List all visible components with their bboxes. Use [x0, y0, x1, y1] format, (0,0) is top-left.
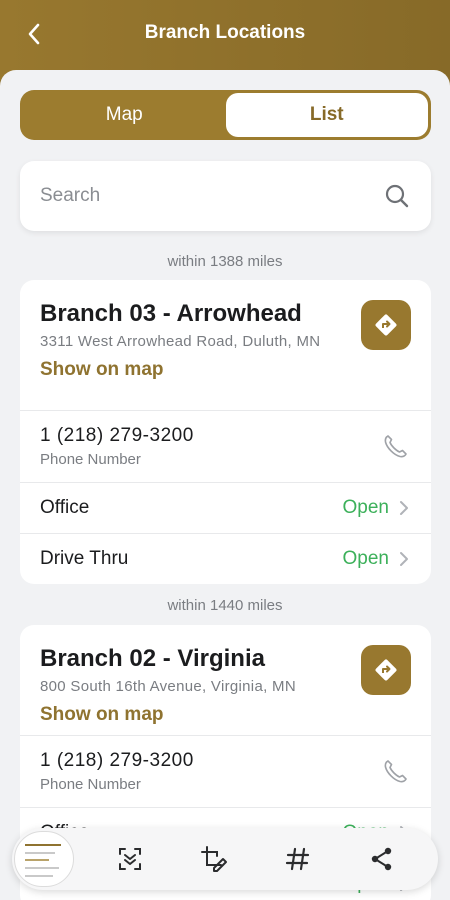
- directions-icon: [375, 659, 397, 681]
- hashtag-icon[interactable]: [282, 843, 314, 875]
- chevron-right-icon: [399, 500, 411, 516]
- phone-icon[interactable]: [381, 758, 409, 786]
- screenshot-thumbnail[interactable]: [14, 831, 74, 887]
- branch-name: Branch 02 - Virginia: [40, 645, 265, 672]
- distance-label: within 1388 miles: [167, 253, 283, 270]
- hours-row-office[interactable]: Office Open: [20, 482, 431, 533]
- show-on-map-link[interactable]: Show on map: [40, 704, 164, 726]
- status-badge: Open: [342, 497, 389, 518]
- distance-label: within 1440 miles: [167, 597, 283, 614]
- hours-label: Drive Thru: [40, 548, 129, 569]
- hours-row-drive-thru[interactable]: Drive Thru Open: [20, 533, 431, 584]
- phone-label: Phone Number: [40, 451, 141, 468]
- phone-label: Phone Number: [40, 776, 141, 793]
- directions-button[interactable]: [361, 645, 411, 695]
- scan-icon[interactable]: [114, 843, 146, 875]
- hours-label: Office: [40, 497, 90, 518]
- directions-button[interactable]: [361, 300, 411, 350]
- search-icon[interactable]: [383, 182, 411, 210]
- branch-address: 800 South 16th Avenue, Virginia, MN: [40, 678, 296, 695]
- phone-number: 1 (218) 279-3200: [40, 750, 194, 771]
- branch-name: Branch 03 - Arrowhead: [40, 300, 302, 327]
- phone-row[interactable]: 1 (218) 279-3200 Phone Number: [20, 735, 431, 807]
- branch-card: Branch 03 - Arrowhead 3311 West Arrowhea…: [20, 280, 431, 584]
- directions-icon: [375, 314, 397, 336]
- content-sheet: Map List within 1388 miles Branch 03 - A…: [0, 70, 450, 900]
- phone-icon[interactable]: [381, 433, 409, 461]
- branch-address: 3311 West Arrowhead Road, Duluth, MN: [40, 333, 321, 350]
- page-title: Branch Locations: [144, 22, 306, 43]
- status-badge: Open: [342, 548, 389, 569]
- chevron-right-icon: [399, 551, 411, 567]
- screenshot-toolbar: [12, 828, 438, 890]
- show-on-map-link[interactable]: Show on map: [40, 359, 164, 381]
- edit-crop-icon[interactable]: [198, 843, 230, 875]
- phone-row[interactable]: 1 (218) 279-3200 Phone Number: [20, 410, 431, 482]
- phone-number: 1 (218) 279-3200: [40, 425, 194, 446]
- share-icon[interactable]: [366, 843, 398, 875]
- app-header: Branch Locations: [0, 0, 450, 80]
- tab-list[interactable]: List: [225, 93, 428, 137]
- view-toggle: Map List: [20, 90, 431, 140]
- tab-map[interactable]: Map: [23, 93, 226, 137]
- search-input[interactable]: [40, 185, 383, 207]
- search-box: [20, 161, 431, 231]
